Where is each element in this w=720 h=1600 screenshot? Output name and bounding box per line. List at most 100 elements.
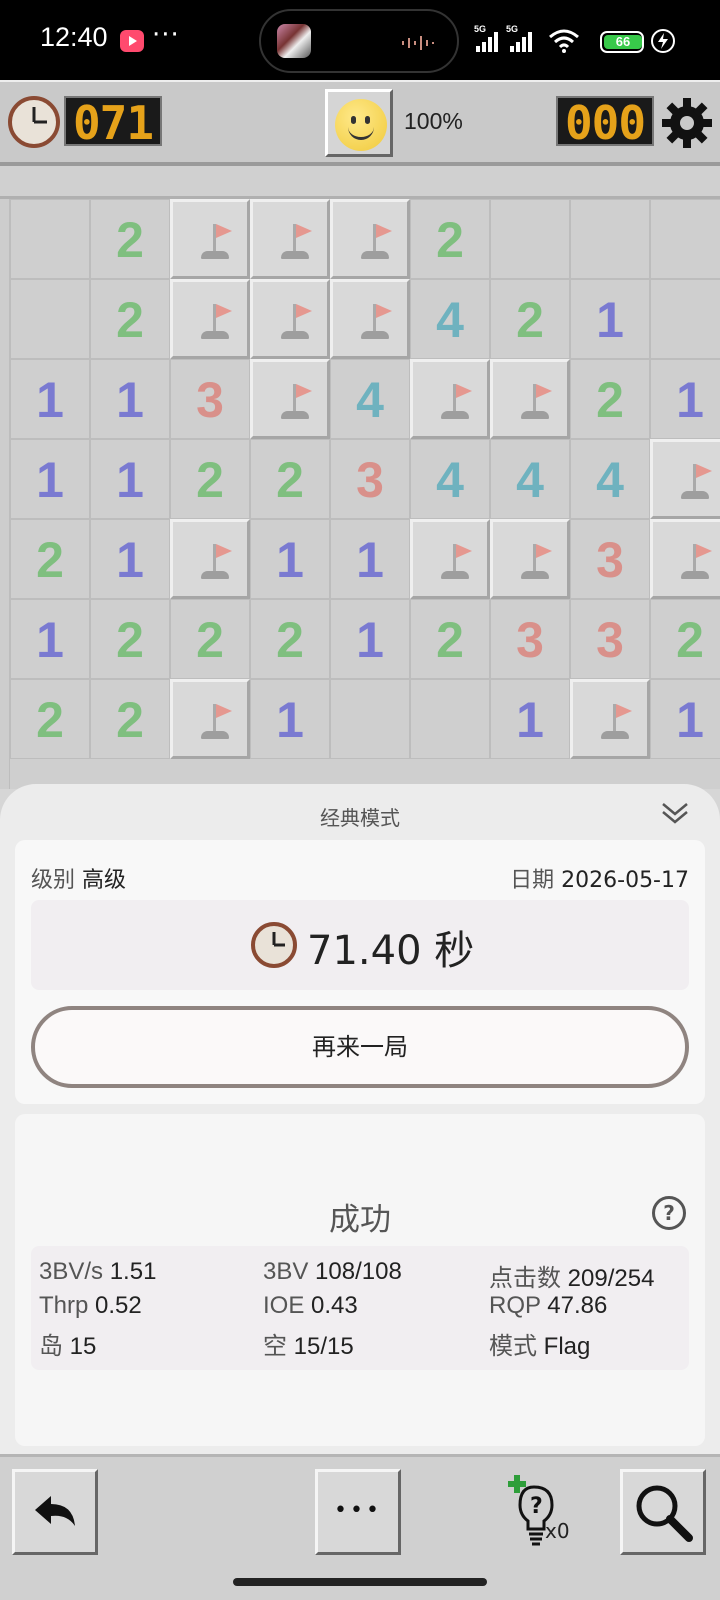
number-cell[interactable]: 4 bbox=[490, 439, 570, 519]
play-again-button[interactable]: 再来一局 bbox=[31, 1006, 689, 1088]
flagged-cell[interactable] bbox=[490, 359, 570, 439]
number-cell[interactable]: 3 bbox=[170, 359, 250, 439]
flagged-cell[interactable] bbox=[170, 679, 250, 759]
flagged-cell[interactable] bbox=[250, 279, 330, 359]
number-cell[interactable]: 1 bbox=[650, 679, 720, 759]
number-cell[interactable]: 1 bbox=[10, 599, 90, 679]
flag-icon bbox=[597, 700, 632, 742]
minefield[interactable]: 222421113421112234442111312221233222111 bbox=[0, 199, 720, 789]
number-cell[interactable]: 2 bbox=[90, 199, 170, 279]
number-cell[interactable]: 2 bbox=[410, 599, 490, 679]
number-cell[interactable]: 1 bbox=[10, 359, 90, 439]
empty-cell[interactable] bbox=[570, 199, 650, 279]
number-cell[interactable]: 1 bbox=[250, 519, 330, 599]
chevron-down-icon[interactable] bbox=[660, 798, 690, 828]
stat-item: 模式 Flag bbox=[489, 1326, 590, 1361]
number-cell[interactable]: 2 bbox=[90, 679, 170, 759]
empty-cell[interactable] bbox=[490, 199, 570, 279]
empty-cell[interactable] bbox=[650, 199, 720, 279]
flagged-cell[interactable] bbox=[250, 359, 330, 439]
stat-value: 15 bbox=[69, 1333, 97, 1360]
number-cell[interactable]: 4 bbox=[570, 439, 650, 519]
summary-card: 级别 高级 日期 2026-05-17 71.40 秒 再来一局 bbox=[15, 840, 705, 1104]
number-cell[interactable]: 2 bbox=[90, 599, 170, 679]
flagged-cell[interactable] bbox=[570, 679, 650, 759]
stat-item: IOE 0.43 bbox=[263, 1292, 358, 1320]
flag-icon bbox=[197, 220, 232, 262]
number-cell[interactable]: 3 bbox=[570, 599, 650, 679]
number-cell[interactable]: 4 bbox=[410, 279, 490, 359]
empty-cell[interactable] bbox=[330, 679, 410, 759]
number-cell[interactable]: 2 bbox=[570, 359, 650, 439]
number-cell[interactable]: 2 bbox=[170, 439, 250, 519]
flag-icon bbox=[517, 540, 552, 582]
flagged-cell[interactable] bbox=[650, 439, 720, 519]
stat-label: 3BV/s bbox=[39, 1258, 104, 1285]
flagged-cell[interactable] bbox=[410, 359, 490, 439]
stat-value: 0.52 bbox=[95, 1292, 142, 1319]
number-cell[interactable]: 2 bbox=[10, 519, 90, 599]
number-cell[interactable]: 2 bbox=[10, 679, 90, 759]
empty-cell[interactable] bbox=[650, 279, 720, 359]
number-cell[interactable]: 1 bbox=[90, 439, 170, 519]
help-icon[interactable]: ? bbox=[652, 1196, 686, 1230]
number-cell[interactable]: 2 bbox=[90, 279, 170, 359]
date-info: 日期 2026-05-17 bbox=[510, 862, 689, 894]
flag-icon bbox=[437, 540, 472, 582]
search-button[interactable] bbox=[620, 1469, 706, 1555]
gear-icon[interactable] bbox=[660, 96, 714, 150]
number-cell[interactable]: 3 bbox=[490, 599, 570, 679]
number-cell[interactable]: 4 bbox=[330, 359, 410, 439]
number-cell[interactable]: 2 bbox=[650, 599, 720, 679]
navigation-bar bbox=[0, 1564, 720, 1600]
flagged-cell[interactable] bbox=[250, 199, 330, 279]
number-cell[interactable]: 1 bbox=[90, 519, 170, 599]
number-cell[interactable]: 2 bbox=[250, 439, 330, 519]
undo-button[interactable] bbox=[12, 1469, 98, 1555]
number-cell[interactable]: 3 bbox=[330, 439, 410, 519]
flagged-cell[interactable] bbox=[170, 199, 250, 279]
number-cell[interactable]: 2 bbox=[410, 199, 490, 279]
flagged-cell[interactable] bbox=[330, 199, 410, 279]
bottom-toolbar: ••• ? x0 bbox=[0, 1454, 720, 1567]
number-cell[interactable]: 1 bbox=[250, 679, 330, 759]
empty-cell[interactable] bbox=[10, 199, 90, 279]
flagged-cell[interactable] bbox=[170, 519, 250, 599]
flagged-cell[interactable] bbox=[650, 519, 720, 599]
number-cell[interactable]: 1 bbox=[490, 679, 570, 759]
stat-value: 0.43 bbox=[311, 1292, 358, 1319]
time-panel: 71.40 秒 bbox=[31, 900, 689, 990]
home-handle[interactable] bbox=[233, 1578, 487, 1586]
restart-face-button[interactable] bbox=[325, 89, 393, 157]
number-cell[interactable]: 2 bbox=[490, 279, 570, 359]
flagged-cell[interactable] bbox=[170, 279, 250, 359]
board-left-edge bbox=[0, 199, 10, 789]
stat-label: IOE bbox=[263, 1292, 305, 1319]
empty-cell[interactable] bbox=[10, 279, 90, 359]
level-value: 高级 bbox=[82, 868, 127, 893]
number-cell[interactable]: 1 bbox=[570, 279, 650, 359]
battery-level: 66 bbox=[604, 35, 642, 49]
dynamic-island[interactable] bbox=[259, 9, 459, 73]
flagged-cell[interactable] bbox=[490, 519, 570, 599]
more-button[interactable]: ••• bbox=[315, 1469, 401, 1555]
network-label-1: 5G bbox=[474, 24, 487, 34]
number-cell[interactable]: 1 bbox=[90, 359, 170, 439]
number-cell[interactable]: 1 bbox=[330, 519, 410, 599]
flagged-cell[interactable] bbox=[330, 279, 410, 359]
charging-icon bbox=[651, 29, 675, 53]
board-top-edge bbox=[0, 166, 720, 199]
empty-cell[interactable] bbox=[410, 679, 490, 759]
battery-icon: 66 bbox=[600, 31, 644, 53]
number-cell[interactable]: 2 bbox=[250, 599, 330, 679]
number-cell[interactable]: 4 bbox=[410, 439, 490, 519]
number-cell[interactable]: 1 bbox=[330, 599, 410, 679]
flagged-cell[interactable] bbox=[410, 519, 490, 599]
number-cell[interactable]: 3 bbox=[570, 519, 650, 599]
number-cell[interactable]: 1 bbox=[10, 439, 90, 519]
stat-label: 3BV bbox=[263, 1258, 309, 1285]
level-info: 级别 高级 bbox=[31, 862, 126, 894]
stat-label: Thrp bbox=[39, 1292, 89, 1319]
number-cell[interactable]: 2 bbox=[170, 599, 250, 679]
number-cell[interactable]: 1 bbox=[650, 359, 720, 439]
